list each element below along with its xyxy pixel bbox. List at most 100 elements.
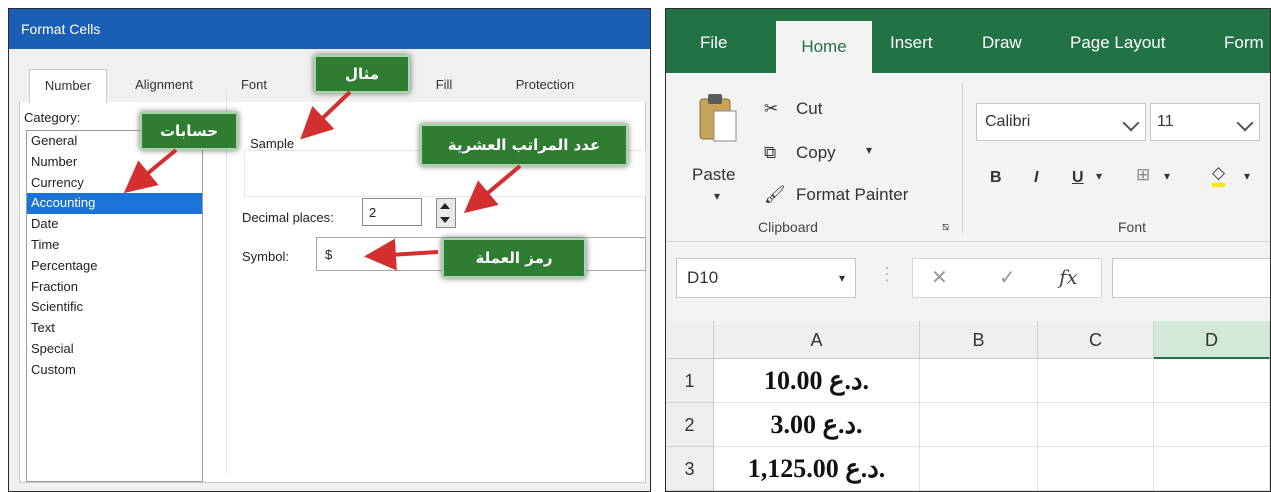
worksheet-grid: A B C D 1 2 3 10.00 د.ع. 3.00 د.ع. 1,125… [666,321,1270,491]
column-header-d[interactable]: D [1154,321,1270,359]
column-header-c[interactable]: C [1038,321,1154,359]
category-text[interactable]: Text [27,318,202,339]
underline-dropdown-icon[interactable]: ▾ [1096,169,1102,183]
decimal-places-label: Decimal places: [242,210,334,225]
category-label: Category: [24,110,81,125]
tab-draw[interactable]: Draw [982,9,1022,73]
scissors-icon[interactable]: ✂ [764,99,778,119]
excel-window: File Home Insert Draw Page Layout Form P… [665,8,1271,492]
column-header-a[interactable]: A [714,321,920,359]
underline-button[interactable]: U [1072,169,1084,187]
cell-b3[interactable] [920,447,1038,491]
column-header-b[interactable]: B [920,321,1038,359]
font-name-select[interactable]: Calibri [976,103,1146,141]
callout-example: مثال [314,55,410,93]
cell-c1[interactable] [1038,359,1154,403]
formula-input[interactable] [1112,258,1270,298]
ribbon-tabs: File Home Insert Draw Page Layout Form [666,9,1270,73]
cancel-icon[interactable]: ✕ [931,265,948,290]
cell-c2[interactable] [1038,403,1154,447]
name-box[interactable]: D10 ▾ [676,258,856,298]
fill-color-dropdown-icon[interactable]: ▾ [1244,169,1250,183]
chevron-down-icon[interactable] [1236,114,1254,132]
paste-icon[interactable] [696,91,740,149]
cell-a2[interactable]: 3.00 د.ع. [714,403,920,447]
font-size-select[interactable]: 11 [1150,103,1260,141]
bold-button[interactable]: B [990,169,1002,187]
category-number[interactable]: Number [27,152,202,173]
italic-button[interactable]: I [1034,169,1038,187]
font-name-value: Calibri [985,113,1031,130]
row-header-1[interactable]: 1 [666,359,714,403]
borders-dropdown-icon[interactable]: ▾ [1164,169,1170,183]
clipboard-group-label: Clipboard [758,219,818,235]
category-currency[interactable]: Currency [27,173,202,194]
enter-icon[interactable]: ✓ [999,265,1016,290]
category-scientific[interactable]: Scientific [27,297,202,318]
tab-fill[interactable]: Fill [424,69,464,101]
cell-d1[interactable] [1154,359,1270,403]
dialog-title: Format Cells [21,21,101,37]
category-special[interactable]: Special [27,339,202,360]
group-separator [962,83,963,233]
row-header-3[interactable]: 3 [666,447,714,491]
category-fraction[interactable]: Fraction [27,277,202,298]
chevron-down-icon[interactable] [1122,114,1140,132]
cut-button[interactable]: Cut [796,99,822,119]
category-list[interactable]: General Number Currency Accounting Date … [26,130,203,482]
fill-color-icon[interactable]: ◇ [1212,163,1226,187]
borders-icon[interactable]: ⊞ [1136,165,1150,185]
formula-bar: D10 ▾ ⋮ ✕ ✓ fx [666,242,1270,312]
format-painter-button[interactable]: Format Painter [796,185,908,205]
tab-protection[interactable]: Protection [499,69,591,101]
cell-b2[interactable] [920,403,1038,447]
select-all-corner[interactable] [666,321,714,359]
cell-d2[interactable] [1154,403,1270,447]
tab-page-layout[interactable]: Page Layout [1070,9,1165,73]
row-header-2[interactable]: 2 [666,403,714,447]
category-accounting[interactable]: Accounting [27,193,202,215]
formula-buttons: ✕ ✓ fx [912,258,1102,298]
copy-button[interactable]: Copy [796,143,836,163]
tab-alignment[interactable]: Alignment [119,69,209,101]
cell-a1[interactable]: 10.00 د.ع. [714,359,920,403]
callout-currency-symbol: رمز العملة [442,238,586,278]
spin-down-icon[interactable] [440,217,450,223]
clipboard-launcher-icon[interactable]: ⧅ [942,221,949,234]
copy-icon[interactable]: ⧉ [764,143,776,163]
tab-formulas[interactable]: Form [1224,9,1264,73]
category-percentage[interactable]: Percentage [27,256,202,277]
insert-function-icon[interactable]: fx [1059,265,1078,289]
decimal-places-spinner[interactable] [436,198,456,228]
copy-dropdown-icon[interactable]: ▾ [866,143,872,157]
cell-b1[interactable] [920,359,1038,403]
tab-file[interactable]: File [700,9,727,73]
tab-home[interactable]: Home [776,21,872,73]
font-size-value: 11 [1157,113,1174,130]
paste-button[interactable]: Paste [692,165,735,185]
cell-c3[interactable] [1038,447,1154,491]
callout-accounting: حسابات [140,112,238,150]
callout-decimal-places: عدد المراتب العشرية [420,124,628,166]
sample-label: Sample [250,136,295,151]
dialog-title-bar: Format Cells [9,9,650,49]
decimal-places-input[interactable]: 2 [362,198,422,226]
spin-up-icon[interactable] [440,203,450,209]
symbol-label: Symbol: [242,249,289,264]
category-time[interactable]: Time [27,235,202,256]
panel-divider [226,93,227,473]
formula-bar-grip-icon: ⋮ [878,264,896,284]
ribbon-home: Paste ▾ ✂ Cut ⧉ Copy ▾ 🖌 Format Painter … [666,73,1270,242]
paste-dropdown-icon[interactable]: ▾ [714,189,720,203]
tab-font[interactable]: Font [224,69,284,101]
font-group-label: Font [1118,219,1147,235]
name-box-value: D10 [687,268,719,287]
cell-d3[interactable] [1154,447,1270,491]
name-box-dropdown-icon[interactable]: ▾ [839,259,845,297]
cell-a3[interactable]: 1,125.00 د.ع. [714,447,920,491]
category-custom[interactable]: Custom [27,360,202,381]
tab-number[interactable]: Number [29,69,107,103]
category-date[interactable]: Date [27,214,202,235]
format-painter-icon[interactable]: 🖌 [764,185,786,205]
tab-insert[interactable]: Insert [890,9,933,73]
